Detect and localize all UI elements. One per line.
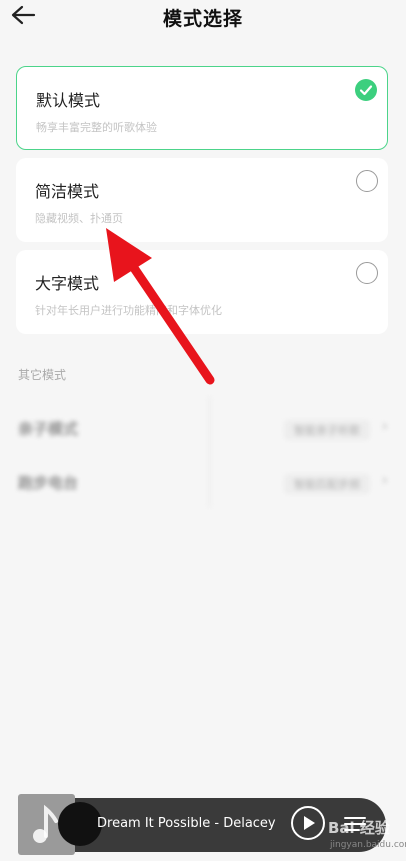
- play-button[interactable]: [291, 806, 325, 840]
- chevron-right-icon: ›: [381, 416, 388, 435]
- page-title: 模式选择: [162, 8, 243, 30]
- divider: [208, 396, 211, 508]
- mode-title: 大字模式: [35, 274, 100, 293]
- other-mode-item[interactable]: 跑步电台 智能匹配步频 ›: [10, 458, 396, 506]
- record-disc-icon: [58, 802, 102, 846]
- mode-title: 简洁模式: [35, 182, 100, 201]
- mode-title: 默认模式: [36, 91, 101, 110]
- top-bar: 模式选择: [0, 0, 406, 46]
- other-modes-list: 亲子模式 智能亲子听歌 › 跑步电台 智能匹配步频 ›: [10, 396, 396, 508]
- other-mode-value: 智能亲子听歌: [284, 420, 370, 440]
- other-mode-item[interactable]: 亲子模式 智能亲子听歌 ›: [10, 404, 396, 452]
- radio-unchecked-icon[interactable]: [356, 170, 378, 192]
- other-mode-value: 智能匹配步频: [284, 474, 370, 494]
- radio-unchecked-icon[interactable]: [356, 262, 378, 284]
- play-icon: [304, 816, 315, 830]
- mode-desc: 隐藏视频、扑通页: [35, 212, 123, 225]
- other-mode-name: 跑步电台: [18, 474, 79, 492]
- mode-card-default[interactable]: 默认模式 畅享丰富完整的听歌体验: [16, 66, 388, 150]
- other-modes-label: 其它模式: [18, 368, 67, 382]
- mode-desc: 针对年长用户进行功能精简和字体优化: [35, 304, 222, 317]
- mode-card-simple[interactable]: 简洁模式 隐藏视频、扑通页: [16, 158, 388, 242]
- radio-checked-icon[interactable]: [355, 79, 377, 101]
- now-playing-title: Dream It Possible - Delacey: [97, 816, 276, 831]
- mode-card-large-text[interactable]: 大字模式 针对年长用户进行功能精简和字体优化: [16, 250, 388, 334]
- watermark-url: jingyan.baidu.com: [330, 840, 406, 850]
- mode-desc: 畅享丰富完整的听歌体验: [36, 121, 157, 134]
- watermark-text: Bai 经验: [328, 819, 390, 837]
- chevron-right-icon: ›: [381, 470, 388, 489]
- other-mode-name: 亲子模式: [18, 420, 79, 438]
